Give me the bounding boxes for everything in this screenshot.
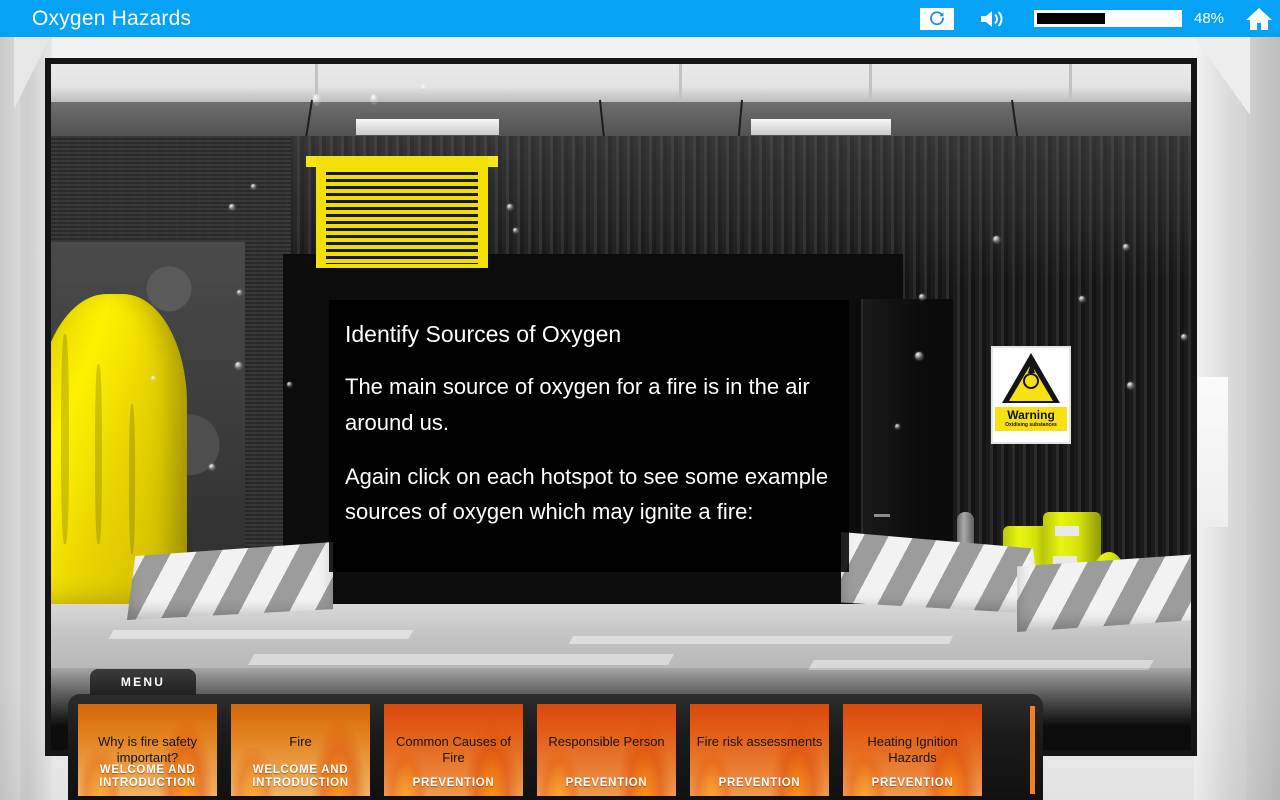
menu-tab-label: MENU [120,675,166,689]
ceiling-seam [1069,64,1072,102]
flame-icon [1028,361,1035,373]
slide-paragraph-2: Again click on each hotspot to see some … [345,463,829,525]
water-droplet [1123,244,1129,250]
slide-text-panel: Identify Sources of Oxygen The main sour… [329,300,849,572]
cylinder-label [1055,526,1079,536]
water-droplet [235,362,242,369]
scene-ceiling [51,64,1191,102]
menu-panel: Why is fire safety important? WELCOME AND… [68,694,1043,800]
water-droplet [507,204,513,210]
water-droplet [919,294,925,300]
water-droplet [895,424,900,429]
replay-button[interactable] [920,7,954,30]
water-droplet [421,84,426,92]
oxidiser-circle-icon [1023,373,1039,389]
water-droplet [229,204,235,210]
menu-thumbnail-title: Common Causes of Fire [396,734,511,765]
water-droplet [209,464,215,470]
volume-button[interactable] [976,6,1010,32]
warning-text-band: Warning Oxidising substances [995,407,1067,431]
menu-thumbnail-title: Why is fire safety important? [98,734,197,765]
menu-thumbnail-3[interactable]: Responsible Person PREVENTION [537,704,676,796]
warning-sign: Warning Oxidising substances [991,346,1071,444]
slide-paragraph-1: The main source of oxygen for a fire is … [345,374,810,435]
water-droplet [1079,296,1085,302]
progress-indicator[interactable]: 48% [1034,10,1230,27]
menu-thumbnail-4[interactable]: Fire risk assessments PREVENTION [690,704,829,796]
wall-right-bevel [1194,37,1250,115]
menu-thumbnail-title: Fire risk assessments [696,734,823,749]
slide-frame: Warning Oxidising substances Identify So… [45,58,1197,756]
menu-thumbnail-2[interactable]: Common Causes of Fire PREVENTION [384,704,523,796]
slide-heading: Identify Sources of Oxygen [345,321,622,347]
menu-thumbnail-title: Fire [289,734,312,749]
water-droplet [251,184,256,189]
home-icon [1246,7,1272,30]
menu-thumbnail-0[interactable]: Why is fire safety important? WELCOME AND… [78,704,217,796]
menu-scrollbar[interactable] [1030,706,1035,794]
menu-thumbnail-category: WELCOME AND INTRODUCTION [252,763,349,789]
progress-fill [1037,13,1106,24]
ceiling-seam [869,64,872,102]
scene-door-handle [874,514,890,517]
warning-title: Warning [1007,408,1055,422]
water-droplet [1127,382,1134,389]
menu-thumbnail-category: PREVENTION [871,776,954,789]
water-droplet [237,290,242,295]
menu-thumbnail-category: PREVENTION [412,776,495,789]
menu-thumbnail-strip[interactable]: Why is fire safety important? WELCOME AND… [78,704,1043,796]
water-droplet [915,352,923,360]
menu-thumbnail-category: WELCOME AND INTRODUCTION [99,763,196,789]
menu-thumbnail-5[interactable]: Heating Ignition Hazards PREVENTION [843,704,982,796]
vent-slats [326,172,478,264]
progress-percent-label: 48% [1194,10,1225,27]
water-droplet [151,376,156,381]
water-droplet [513,228,518,233]
ceiling-light-panel [356,119,499,135]
slide-scene-image: Warning Oxidising substances Identify So… [51,64,1191,750]
water-droplet [1181,334,1187,340]
course-title: Oxygen Hazards [32,6,192,30]
warning-triangle-icon [1002,353,1060,403]
top-toolbar: Oxygen Hazards 48% [0,0,1280,37]
menu-tab[interactable]: MENU [90,669,196,695]
toolbar-controls: 48% [920,0,1280,37]
menu-thumbnail-category: PREVENTION [718,776,801,789]
wall-right-window [1198,377,1228,527]
striped-barrier [1017,554,1191,632]
water-droplet [371,94,377,104]
progress-track[interactable] [1034,10,1182,27]
speaker-icon [981,10,1003,27]
replay-icon [930,10,944,25]
menu-thumbnail-title: Responsible Person [548,734,665,749]
water-droplet [993,236,1000,243]
menu-thumbnail-title: Heating Ignition Hazards [867,734,958,765]
ceiling-light-panel [751,119,891,135]
home-button[interactable] [1240,0,1278,37]
ceiling-seam [679,64,682,102]
warning-subtitle: Oxidising substances [1005,422,1057,428]
water-droplet [313,94,320,105]
menu-thumbnail-category: PREVENTION [565,776,648,789]
water-droplet [287,382,292,387]
menu-thumbnail-1[interactable]: Fire WELCOME AND INTRODUCTION [231,704,370,796]
